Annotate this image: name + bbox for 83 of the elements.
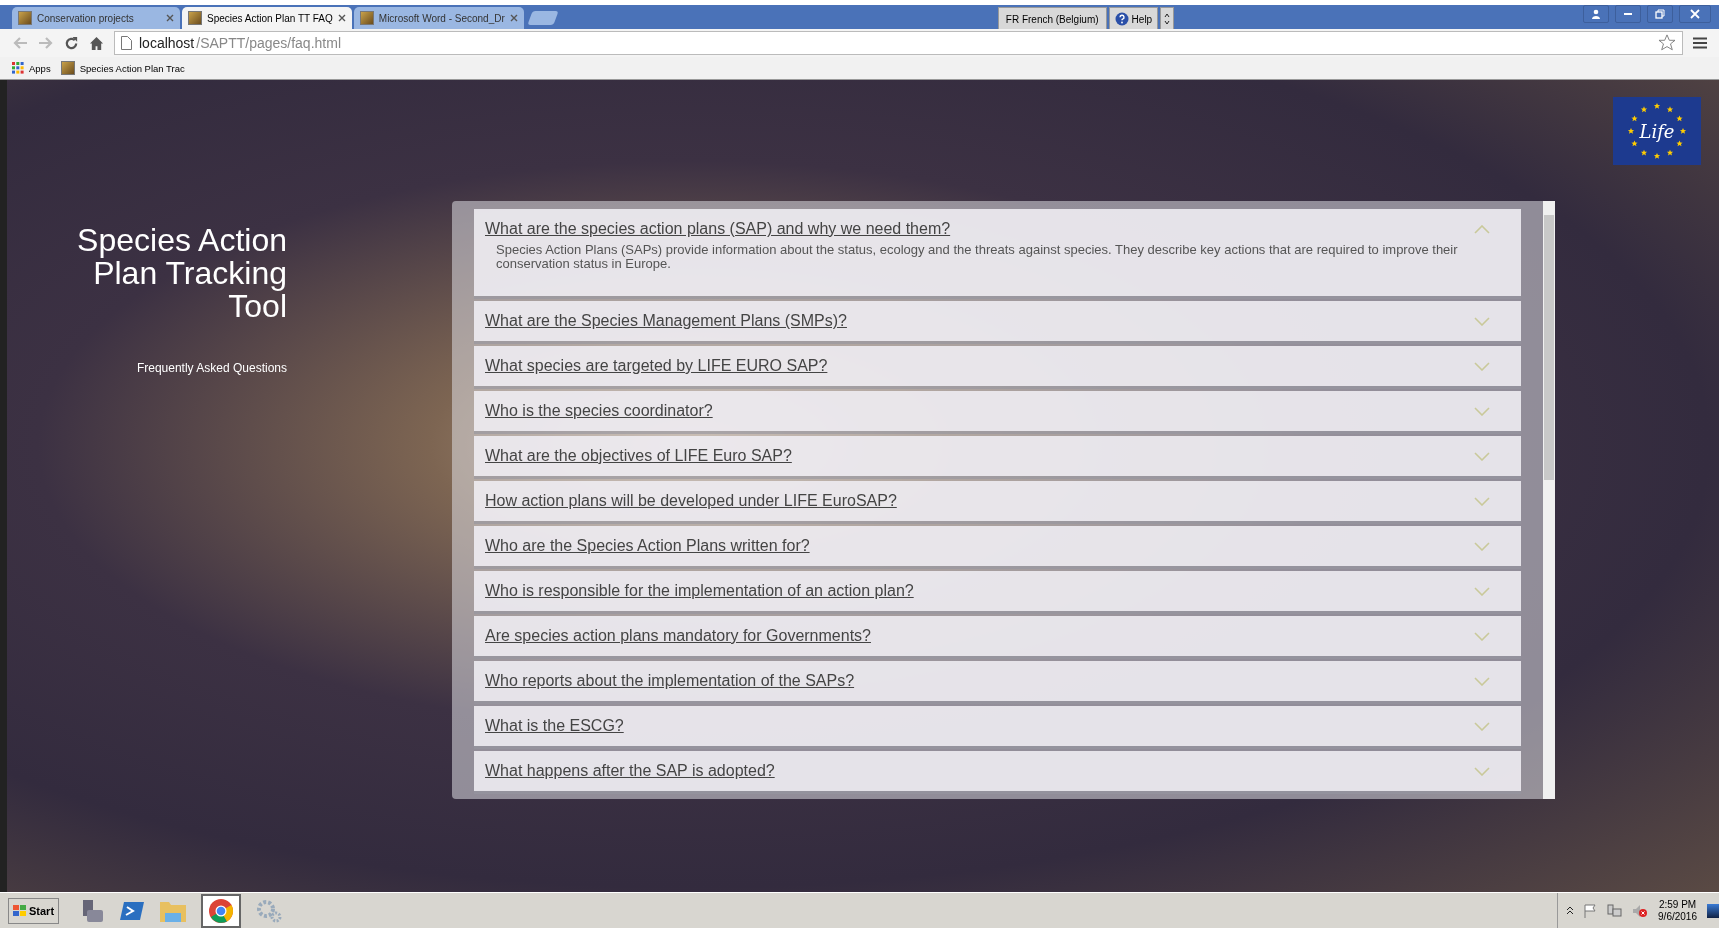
apps-grid-icon bbox=[12, 62, 24, 74]
scrollbar[interactable] bbox=[1543, 201, 1555, 799]
minimize-button[interactable] bbox=[1615, 5, 1641, 23]
user-icon bbox=[1591, 9, 1601, 19]
faq-question-link[interactable]: Are species action plans mandatory for Governments? bbox=[485, 627, 1474, 645]
menu-icon[interactable] bbox=[1693, 37, 1707, 49]
chevron-down-icon bbox=[1474, 766, 1490, 776]
clock[interactable]: 2:59 PM 9/6/2016 bbox=[1658, 898, 1697, 923]
close-tab-icon[interactable] bbox=[337, 14, 346, 22]
chevron-down-icon bbox=[1474, 586, 1490, 596]
faq-question-link[interactable]: What is the ESCG? bbox=[485, 717, 1474, 735]
faq-question-link[interactable]: What are the objectives of LIFE Euro SAP? bbox=[485, 447, 1474, 465]
home-icon[interactable] bbox=[89, 35, 104, 51]
bookmark-item[interactable]: Apps bbox=[12, 62, 51, 74]
faq-question-link[interactable]: Who is the species coordinator? bbox=[485, 402, 1474, 420]
faq-item[interactable]: How action plans will be developed under LIFE EuroSAP? bbox=[474, 481, 1521, 521]
speaker-muted-icon[interactable] bbox=[1632, 903, 1649, 918]
network-icon[interactable] bbox=[1607, 903, 1623, 918]
chevron-up-icon bbox=[1474, 224, 1490, 234]
faq-question-link[interactable]: Who reports about the implementation of the SAPs? bbox=[485, 672, 1474, 690]
faq-question-link[interactable]: What are the Species Management Plans (SMPs)? bbox=[485, 312, 1474, 330]
close-tab-icon[interactable] bbox=[166, 14, 174, 22]
page-subtitle: Frequently Asked Questions bbox=[135, 361, 287, 375]
start-button[interactable]: Start bbox=[8, 897, 60, 924]
new-tab-button[interactable] bbox=[527, 11, 559, 25]
close-button[interactable] bbox=[1679, 5, 1711, 23]
faq-item[interactable]: What happens after the SAP is adopted? bbox=[474, 751, 1521, 791]
page-icon bbox=[121, 36, 132, 50]
browser-tab[interactable]: Species Action Plan TT FAQ bbox=[182, 7, 352, 29]
faq-item[interactable]: What is the ESCG? bbox=[474, 706, 1521, 746]
chevron-down-icon bbox=[1474, 406, 1490, 416]
show-desktop-button[interactable] bbox=[1707, 903, 1719, 918]
favicon-icon bbox=[60, 61, 75, 75]
faq-item[interactable]: Who is the species coordinator? bbox=[474, 391, 1521, 431]
options-button[interactable] bbox=[1160, 7, 1175, 31]
chevron-down-icon bbox=[1474, 361, 1490, 371]
faq-item[interactable]: What species are targeted by LIFE EURO SAP? bbox=[474, 346, 1521, 386]
faq-item[interactable]: Who are the Species Action Plans written for? bbox=[474, 526, 1521, 566]
page-title: Species Action Plan Tracking Tool bbox=[76, 224, 287, 323]
faq-item[interactable]: Who is responsible for the implementation of an action plan? bbox=[474, 571, 1521, 611]
faq-answer: Species Action Plans (SAPs) provide information about the status, ecology and the threats against species. They describe key actions that are required to improve their conservation status in Europe. bbox=[496, 243, 1459, 271]
close-tab-icon[interactable] bbox=[509, 14, 518, 22]
chevron-down-icon bbox=[1474, 631, 1490, 641]
favicon-icon bbox=[188, 11, 202, 25]
bookmark-item[interactable]: Species Action Plan Trac bbox=[60, 61, 185, 75]
chevron-down-icon bbox=[1474, 676, 1490, 686]
faq-item[interactable]: Who reports about the implementation of the SAPs? bbox=[474, 661, 1521, 701]
reload-icon[interactable] bbox=[64, 35, 79, 51]
faq-question-link[interactable]: What are the species action plans (SAP) and why we need them? bbox=[485, 220, 1474, 238]
eu-life-logo: Life bbox=[1613, 97, 1701, 165]
chevron-down-icon bbox=[1474, 451, 1490, 461]
faq-question-link[interactable]: Who are the Species Action Plans written for? bbox=[485, 537, 1474, 555]
up-down-arrows-icon bbox=[1164, 12, 1171, 26]
address-bar[interactable]: localhost/SAPTT/pages/faq.html bbox=[114, 31, 1683, 55]
close-icon bbox=[1690, 9, 1700, 19]
restore-icon bbox=[1655, 9, 1665, 19]
chevron-up-icon[interactable] bbox=[1566, 906, 1575, 915]
favicon-icon bbox=[18, 11, 32, 25]
flag-icon[interactable] bbox=[1584, 903, 1598, 918]
faq-item[interactable]: Are species action plans mandatory for Governments? bbox=[474, 616, 1521, 656]
restore-button[interactable] bbox=[1647, 5, 1673, 23]
faq-item[interactable]: What are the Species Management Plans (SMPs)? bbox=[474, 301, 1521, 341]
browser-taskbar-button[interactable] bbox=[201, 893, 242, 928]
faq-item[interactable] bbox=[474, 209, 1521, 296]
faq-question-link[interactable]: How action plans will be developed under LIFE EuroSAP? bbox=[485, 492, 1474, 510]
faq-item[interactable]: What are the objectives of LIFE Euro SAP? bbox=[474, 436, 1521, 476]
browser-tab[interactable]: Microsoft Word - Second_Dr bbox=[353, 7, 524, 29]
user-button[interactable] bbox=[1583, 5, 1609, 23]
language-indicator[interactable]: FR French (Belgium) bbox=[997, 7, 1107, 31]
chevron-down-icon bbox=[1474, 316, 1490, 326]
minimize-icon bbox=[1624, 13, 1632, 15]
windows-logo-icon bbox=[13, 904, 27, 917]
star-icon[interactable] bbox=[1658, 34, 1676, 52]
faq-question-link[interactable]: Who is responsible for the implementation of an action plan? bbox=[485, 582, 1474, 600]
chevron-down-icon bbox=[1474, 721, 1490, 731]
faq-question-link[interactable]: What species are targeted by LIFE EURO SAP? bbox=[485, 357, 1474, 375]
faq-question-link[interactable]: What happens after the SAP is adopted? bbox=[485, 762, 1474, 780]
favicon-icon bbox=[359, 11, 374, 25]
chevron-down-icon bbox=[1474, 496, 1490, 506]
chevron-down-icon bbox=[1474, 541, 1490, 551]
help-icon bbox=[1114, 12, 1129, 26]
help-button[interactable]: Help bbox=[1108, 7, 1159, 31]
browser-tab[interactable]: Conservation projects bbox=[12, 7, 180, 29]
